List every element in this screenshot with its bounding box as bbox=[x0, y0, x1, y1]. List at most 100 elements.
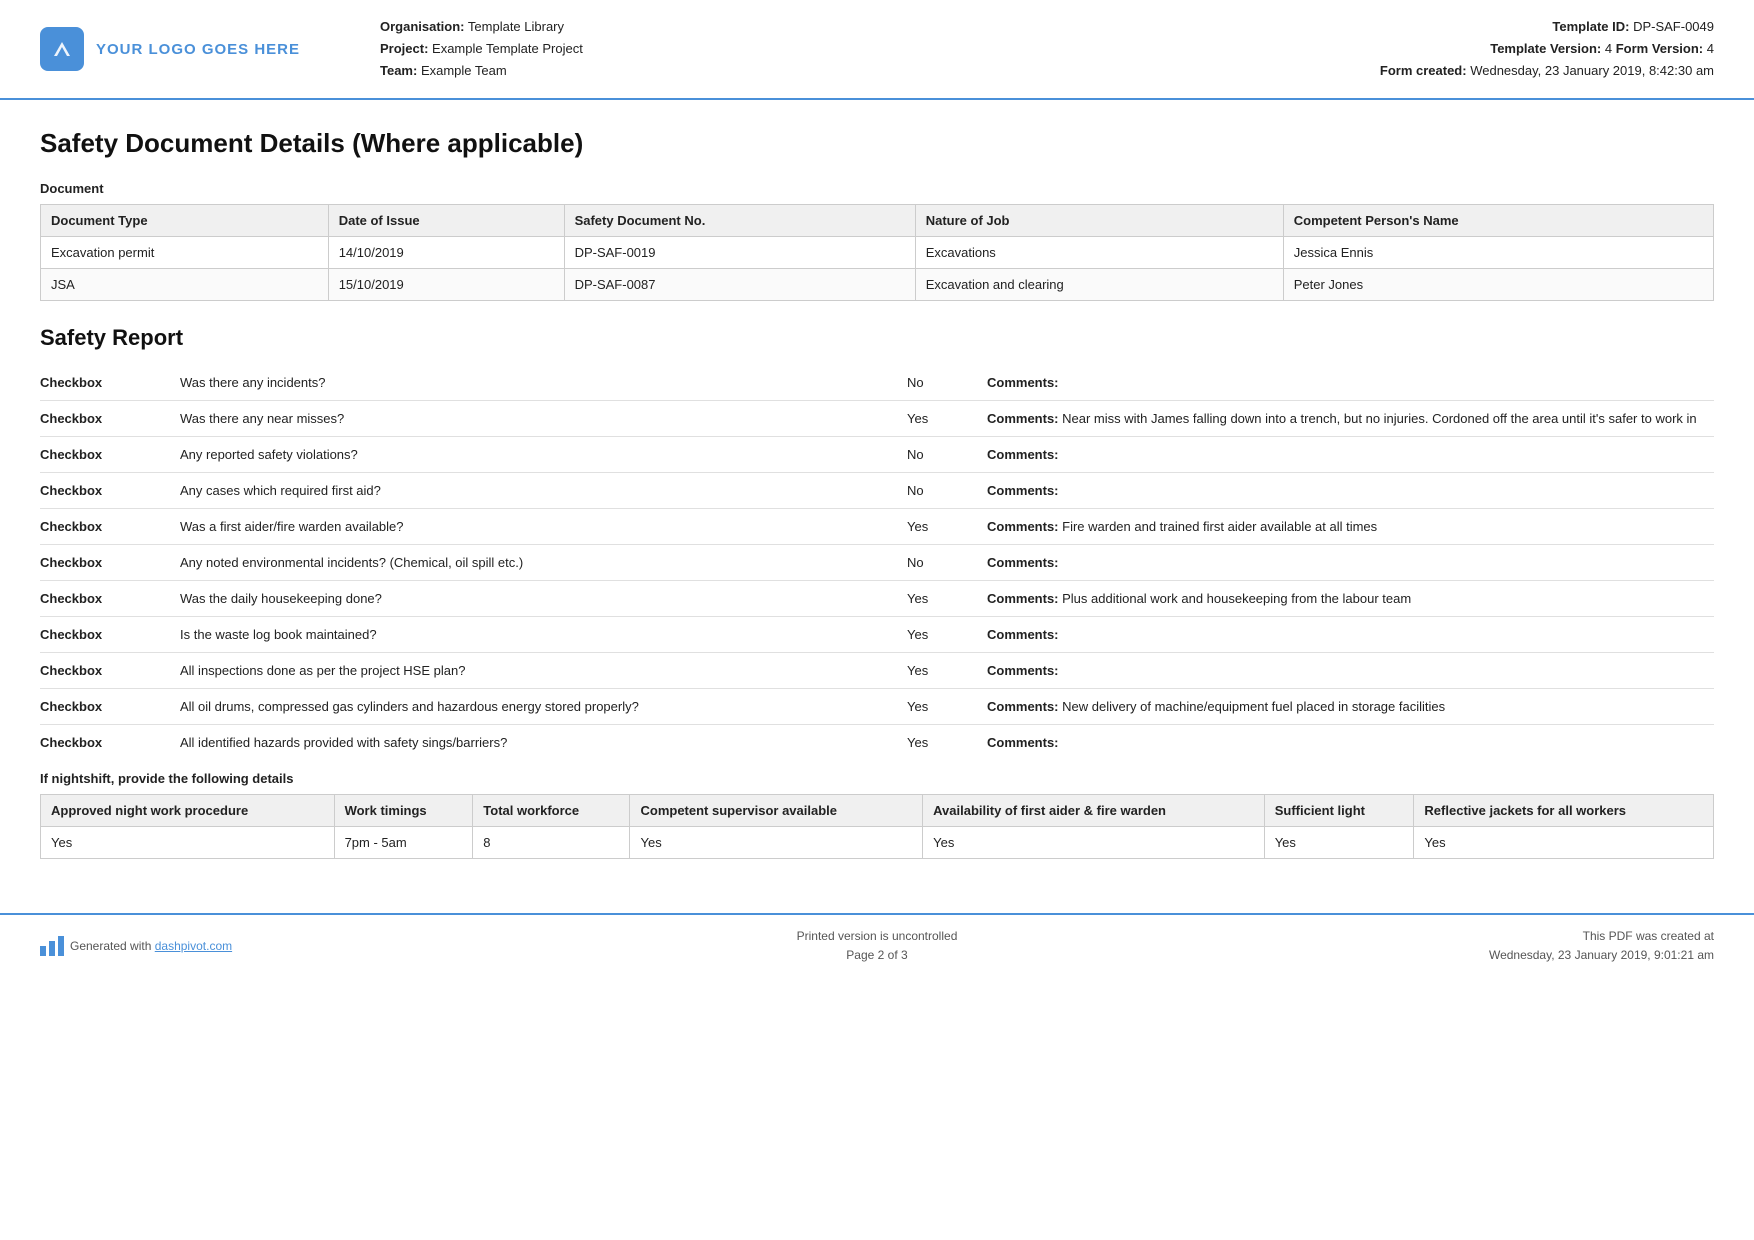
report-row: CheckboxAny noted environmental incident… bbox=[40, 545, 1714, 581]
logo-section: YOUR LOGO GOES HERE bbox=[40, 27, 320, 71]
table-row: Excavation permit14/10/2019DP-SAF-0019Ex… bbox=[41, 237, 1714, 269]
report-question: Was there any near misses? bbox=[180, 411, 907, 426]
header-center-info: Organisation: Template Library Project: … bbox=[320, 16, 1334, 82]
report-row: CheckboxAny cases which required first a… bbox=[40, 473, 1714, 509]
report-answer: Yes bbox=[907, 411, 987, 426]
report-answer: Yes bbox=[907, 699, 987, 714]
report-row: CheckboxWas the daily housekeeping done?… bbox=[40, 581, 1714, 617]
comment-label: Comments: bbox=[987, 483, 1059, 498]
night-table-header: Work timings bbox=[334, 795, 473, 827]
footer-logo-icon bbox=[40, 936, 64, 956]
footer-generated-text: Generated with bbox=[70, 939, 151, 953]
table-cell: Yes bbox=[41, 827, 335, 859]
comment-label: Comments: bbox=[987, 555, 1059, 570]
report-question: Was the daily housekeeping done? bbox=[180, 591, 907, 606]
footer-created-label: This PDF was created at bbox=[1414, 927, 1714, 946]
night-table-header: Reflective jackets for all workers bbox=[1414, 795, 1714, 827]
report-row: CheckboxIs the waste log book maintained… bbox=[40, 617, 1714, 653]
template-id-line: Template ID: DP-SAF-0049 bbox=[1334, 16, 1714, 38]
report-comment: Comments: bbox=[987, 483, 1714, 498]
table-cell: Excavations bbox=[915, 237, 1283, 269]
comment-label: Comments: bbox=[987, 627, 1059, 642]
comment-label: Comments: bbox=[987, 591, 1062, 606]
comment-label: Comments: bbox=[987, 375, 1059, 390]
report-comment: Comments: bbox=[987, 663, 1714, 678]
report-question: Was there any incidents? bbox=[180, 375, 907, 390]
page-title: Safety Document Details (Where applicabl… bbox=[40, 128, 1714, 159]
table-cell: Yes bbox=[1414, 827, 1714, 859]
table-cell: 8 bbox=[473, 827, 630, 859]
report-comment: Comments: bbox=[987, 555, 1714, 570]
org-line: Organisation: Template Library bbox=[380, 16, 1334, 38]
form-created-label: Form created: bbox=[1380, 63, 1467, 78]
page-header: YOUR LOGO GOES HERE Organisation: Templa… bbox=[0, 0, 1754, 100]
report-comment: Comments: New delivery of machine/equipm… bbox=[987, 699, 1714, 714]
report-answer: No bbox=[907, 555, 987, 570]
doc-table-header: Nature of Job bbox=[915, 205, 1283, 237]
team-label: Team: bbox=[380, 63, 417, 78]
table-cell: JSA bbox=[41, 269, 329, 301]
footer-dashpivot-link[interactable]: dashpivot.com bbox=[155, 939, 232, 953]
report-checkbox-label: Checkbox bbox=[40, 447, 180, 462]
report-row: CheckboxWas there any near misses?YesCom… bbox=[40, 401, 1714, 437]
table-cell: Yes bbox=[1264, 827, 1414, 859]
report-answer: Yes bbox=[907, 663, 987, 678]
report-answer: Yes bbox=[907, 735, 987, 750]
night-table-header: Sufficient light bbox=[1264, 795, 1414, 827]
report-checkbox-label: Checkbox bbox=[40, 699, 180, 714]
footer-uncontrolled: Printed version is uncontrolled bbox=[340, 927, 1414, 946]
template-version-label: Template Version: bbox=[1490, 41, 1601, 56]
table-cell: 14/10/2019 bbox=[328, 237, 564, 269]
report-checkbox-label: Checkbox bbox=[40, 375, 180, 390]
report-question: All identified hazards provided with saf… bbox=[180, 735, 907, 750]
comment-label: Comments: bbox=[987, 411, 1062, 426]
document-table: Document TypeDate of IssueSafety Documen… bbox=[40, 204, 1714, 301]
report-comment: Comments: bbox=[987, 375, 1714, 390]
report-answer: Yes bbox=[907, 627, 987, 642]
doc-table-header: Safety Document No. bbox=[564, 205, 915, 237]
project-line: Project: Example Template Project bbox=[380, 38, 1334, 60]
report-question: Is the waste log book maintained? bbox=[180, 627, 907, 642]
comment-label: Comments: bbox=[987, 735, 1059, 750]
report-comment: Comments: Near miss with James falling d… bbox=[987, 411, 1714, 426]
table-cell: Jessica Ennis bbox=[1283, 237, 1713, 269]
main-content: Safety Document Details (Where applicabl… bbox=[0, 100, 1754, 903]
report-answer: No bbox=[907, 447, 987, 462]
table-cell: DP-SAF-0087 bbox=[564, 269, 915, 301]
report-row: CheckboxWas there any incidents?NoCommen… bbox=[40, 365, 1714, 401]
report-comment: Comments: Plus additional work and house… bbox=[987, 591, 1714, 606]
logo-text: YOUR LOGO GOES HERE bbox=[96, 41, 300, 58]
night-table-header: Total workforce bbox=[473, 795, 630, 827]
report-question: Any cases which required first aid? bbox=[180, 483, 907, 498]
night-table-header: Availability of first aider & fire warde… bbox=[923, 795, 1265, 827]
org-label: Organisation: bbox=[380, 19, 465, 34]
form-version-value: 4 bbox=[1707, 41, 1714, 56]
report-row: CheckboxAll inspections done as per the … bbox=[40, 653, 1714, 689]
table-row: JSA15/10/2019DP-SAF-0087Excavation and c… bbox=[41, 269, 1714, 301]
report-answer: No bbox=[907, 483, 987, 498]
report-answer: No bbox=[907, 375, 987, 390]
report-question: Any reported safety violations? bbox=[180, 447, 907, 462]
comment-label: Comments: bbox=[987, 447, 1059, 462]
org-value: Template Library bbox=[468, 19, 564, 34]
report-comment: Comments: Fire warden and trained first … bbox=[987, 519, 1714, 534]
table-cell: 7pm - 5am bbox=[334, 827, 473, 859]
form-created-value: Wednesday, 23 January 2019, 8:42:30 am bbox=[1470, 63, 1714, 78]
report-checkbox-label: Checkbox bbox=[40, 411, 180, 426]
header-right-info: Template ID: DP-SAF-0049 Template Versio… bbox=[1334, 16, 1714, 82]
safety-report-title: Safety Report bbox=[40, 325, 1714, 351]
report-checkbox-label: Checkbox bbox=[40, 483, 180, 498]
table-cell: Yes bbox=[630, 827, 923, 859]
table-cell: 15/10/2019 bbox=[328, 269, 564, 301]
table-row: Yes7pm - 5am8YesYesYesYes bbox=[41, 827, 1714, 859]
doc-table-header: Competent Person's Name bbox=[1283, 205, 1713, 237]
report-comment: Comments: bbox=[987, 627, 1714, 642]
night-table-header: Approved night work procedure bbox=[41, 795, 335, 827]
document-section-label: Document bbox=[40, 181, 1714, 196]
report-row: CheckboxWas a first aider/fire warden av… bbox=[40, 509, 1714, 545]
form-version-label: Form Version: bbox=[1616, 41, 1703, 56]
table-cell: Excavation and clearing bbox=[915, 269, 1283, 301]
doc-table-header: Date of Issue bbox=[328, 205, 564, 237]
page-footer: Generated with dashpivot.com Printed ver… bbox=[0, 913, 1754, 977]
report-checkbox-label: Checkbox bbox=[40, 663, 180, 678]
